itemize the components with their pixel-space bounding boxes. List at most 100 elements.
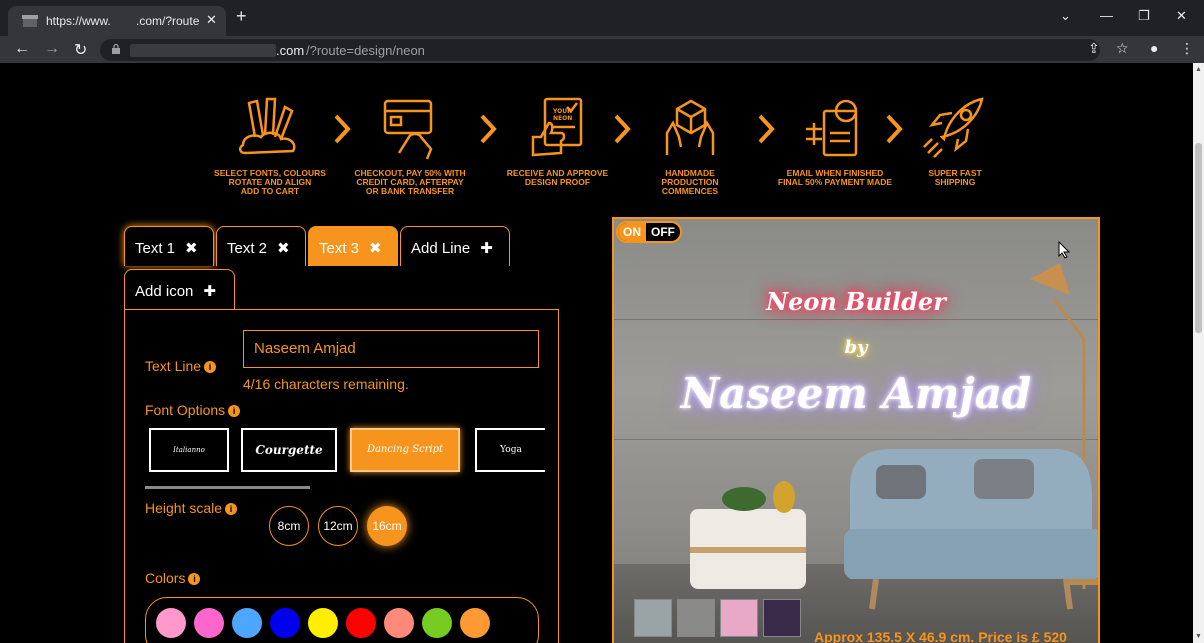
tab-text-3[interactable]: Text 3 ✖ — [308, 226, 398, 266]
colors-label: Colors i — [145, 570, 201, 586]
neon-preview: ON OFF Neon Builder by Naseem Amjad Appro… — [612, 217, 1100, 643]
price-estimate: Approx 135.5 X 46.9 cm. Price is £ 520 — [814, 629, 1067, 643]
info-icon[interactable]: i — [228, 405, 241, 417]
font-options-label-text: Font Options — [145, 402, 226, 418]
plus-icon: ✚ — [203, 283, 216, 300]
info-icon[interactable]: i — [204, 361, 217, 373]
svg-text:Your: Your — [552, 108, 572, 115]
minimize-icon[interactable]: — — [1100, 8, 1113, 23]
page-content: SELECT FONTS, COLOURS ROTATE AND ALIGN A… — [0, 63, 1193, 643]
lock-icon — [112, 44, 120, 54]
text-line-label: Text Line i — [145, 358, 217, 374]
browser-tab[interactable]: https://www. .com/?route ✕ — [8, 6, 226, 36]
tab-text-2[interactable]: Text 2 ✖ — [216, 226, 306, 266]
restore-icon[interactable]: ❐ — [1138, 8, 1150, 24]
tab-text-1[interactable]: Text 1 ✖ — [124, 226, 214, 266]
font-options-label: Font Options i — [145, 402, 241, 418]
package-hands-icon — [665, 99, 715, 155]
reload-icon[interactable]: ↻ — [74, 40, 87, 60]
color-swatch-light-pink[interactable] — [156, 608, 186, 638]
share-icon[interactable]: ⇪ — [1088, 40, 1100, 57]
redacted-domain — [130, 44, 276, 57]
new-tab-button[interactable]: + — [236, 6, 247, 27]
scroll-down-icon[interactable]: ▼ — [1195, 633, 1202, 640]
add-icon-label: Add icon — [135, 283, 194, 300]
color-swatch-coral[interactable] — [384, 608, 414, 638]
color-swatch-blue[interactable] — [270, 608, 300, 638]
back-icon[interactable]: ← — [14, 40, 30, 58]
toggle-on[interactable]: ON — [618, 223, 646, 241]
font-option-italianno[interactable]: Italianno — [149, 428, 229, 472]
tab-text-2-label: Text 2 — [227, 240, 268, 257]
step-approve-proof: Your Neon RECEIVE AND APPROVE DESIGN PRO… — [490, 93, 625, 187]
background-thumbnail-floral[interactable] — [720, 599, 758, 637]
close-icon[interactable]: ✖ — [369, 240, 382, 257]
step-production: HANDMADE PRODUCTION COMMENCES — [640, 93, 740, 196]
tab-close-icon[interactable]: ✕ — [206, 12, 217, 28]
chevron-right-icon — [614, 114, 631, 144]
font-list-scrollbar[interactable] — [145, 486, 310, 489]
tab-search-icon[interactable]: ⌄ — [1060, 8, 1071, 24]
height-option-8cm[interactable]: 8cm — [269, 506, 309, 546]
forward-icon[interactable]: → — [44, 40, 60, 58]
scroll-up-icon[interactable]: ▲ — [1195, 66, 1202, 73]
color-swatch-red[interactable] — [346, 608, 376, 638]
chars-remaining: 4/16 characters remaining. — [243, 376, 409, 392]
height-option-12cm[interactable]: 12cm — [318, 506, 358, 546]
document-payment-icon — [806, 99, 858, 157]
close-window-icon[interactable]: ✕ — [1176, 8, 1187, 24]
on-off-toggle[interactable]: ON OFF — [616, 221, 682, 243]
add-icon-button[interactable]: Add icon ✚ — [124, 269, 235, 309]
svg-text:Neon: Neon — [553, 115, 572, 122]
art-tools-icon — [239, 97, 296, 155]
add-line-label: Add Line — [411, 240, 471, 257]
step-shipping: SUPER FAST SHIPPING — [910, 93, 1000, 187]
toggle-off[interactable]: OFF — [646, 223, 680, 241]
url-domain: .com — [276, 43, 305, 58]
background-thumbnail-room[interactable] — [634, 599, 672, 637]
text-editor-panel: Text Line i Naseem Amjad 4/16 characters … — [124, 309, 559, 643]
info-icon[interactable]: i — [225, 503, 238, 515]
font-option-yoga[interactable]: Yoga — [475, 428, 545, 472]
color-swatch-orange[interactable] — [460, 608, 490, 638]
text-line-input[interactable]: Naseem Amjad — [243, 330, 539, 368]
step-3-line-2: DESIGN PROOF — [524, 177, 591, 187]
profile-icon[interactable]: ● — [1150, 40, 1158, 56]
add-line-button[interactable]: Add Line ✚ — [400, 226, 510, 266]
address-bar-row: ← → ↻ .com /?route=design/neon ⇪ ☆ ● ⋮ — [0, 36, 1204, 63]
tab-title-left: https://www. — [46, 14, 111, 28]
credit-card-hand-icon — [383, 99, 433, 160]
neon-line-2: by — [844, 337, 868, 358]
step-5-line-2: FINAL 50% PAYMENT MADE — [777, 177, 893, 187]
close-icon[interactable]: ✖ — [277, 240, 290, 257]
color-swatch-light-blue[interactable] — [232, 608, 262, 638]
height-scale-label-text: Height scale — [145, 500, 223, 516]
scrollbar-thumb[interactable] — [1195, 143, 1202, 333]
neon-line-1: Neon Builder — [766, 287, 946, 316]
url-path: /?route=design/neon — [306, 43, 425, 58]
page-scrollbar[interactable]: ▲ ▼ — [1193, 63, 1204, 643]
color-swatch-yellow[interactable] — [308, 608, 338, 638]
color-swatch-pink[interactable] — [194, 608, 224, 638]
height-option-16cm[interactable]: 16cm — [367, 506, 407, 546]
neon-line-3: Naseem Amjad — [680, 369, 1032, 418]
font-option-dancing-script[interactable]: Dancing Script — [350, 428, 460, 472]
info-icon[interactable]: i — [188, 573, 201, 585]
background-thumbnail-concrete[interactable] — [677, 599, 715, 637]
url-field[interactable]: .com /?route=design/neon — [100, 39, 1100, 61]
close-icon[interactable]: ✖ — [185, 240, 198, 257]
menu-kebab-icon[interactable]: ⋮ — [1180, 40, 1194, 57]
font-option-courgette[interactable]: Courgette — [241, 428, 337, 472]
bookmark-star-icon[interactable]: ☆ — [1116, 40, 1129, 57]
tab-text-1-label: Text 1 — [135, 240, 176, 257]
height-scale-label: Height scale i — [145, 500, 238, 516]
background-thumbnail-dark[interactable] — [763, 599, 801, 637]
step-select-fonts: SELECT FONTS, COLOURS ROTATE AND ALIGN A… — [200, 93, 340, 196]
tab-title-right: .com/?route — [136, 14, 200, 28]
step-2-line-3: OR BANK TRANSFER — [365, 186, 455, 196]
rocket-icon — [923, 97, 984, 158]
color-swatch-green[interactable] — [422, 608, 452, 638]
step-6-line-2: SHIPPING — [934, 177, 976, 187]
mouse-cursor-icon — [1058, 241, 1070, 259]
step-4-line-3: COMMENCES — [661, 186, 719, 196]
